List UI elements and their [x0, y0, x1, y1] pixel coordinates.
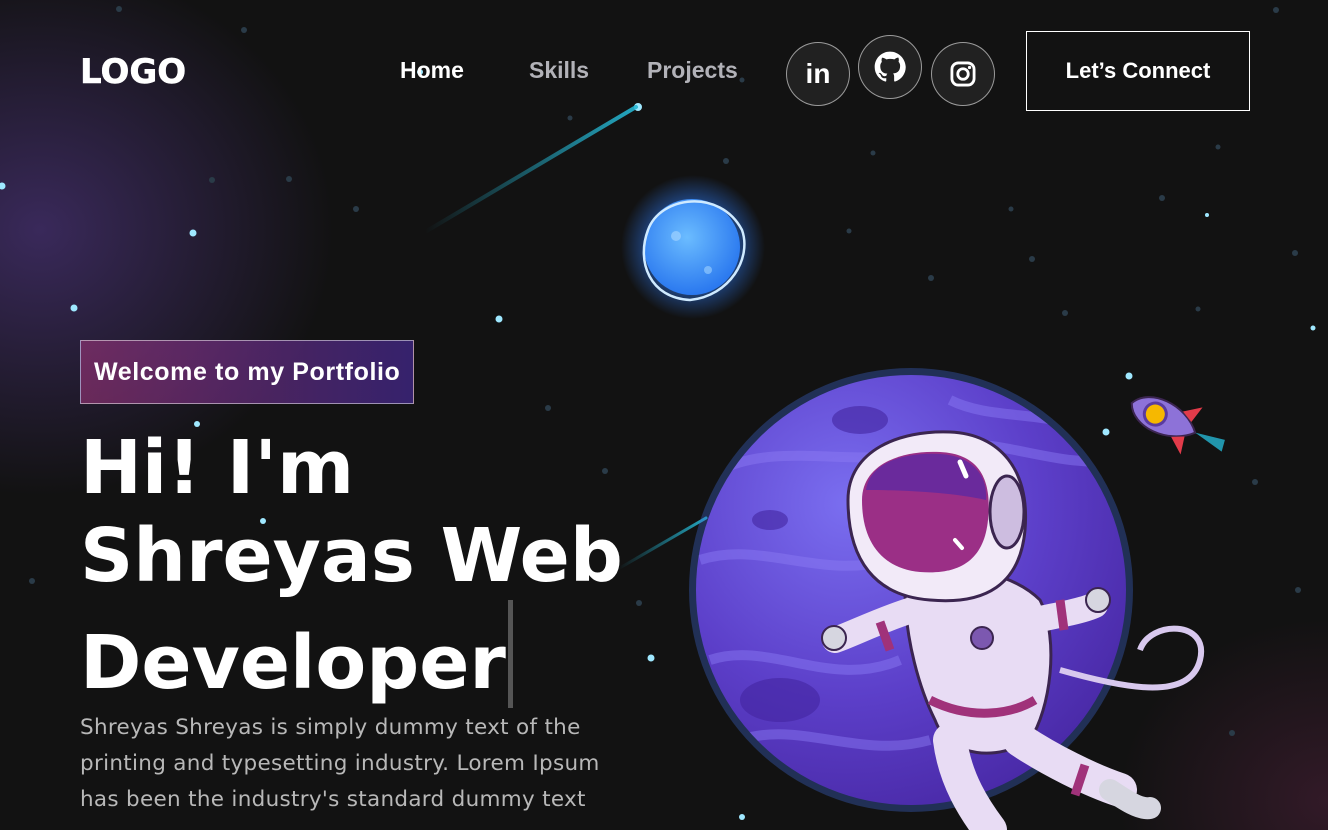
headline-line-3-wrap: Developer: [80, 600, 660, 708]
page: LOGO Home Skills Projects in Let’s Conne…: [0, 0, 1328, 830]
instagram-icon: [950, 61, 976, 87]
headline-line-2: Shreyas Web: [80, 513, 623, 599]
glowing-moon-icon: [621, 175, 765, 319]
linkedin-button[interactable]: in: [786, 42, 850, 106]
page-title: Hi! I'm Shreyas Web Developer: [80, 424, 660, 708]
typing-cursor: [507, 600, 513, 708]
rocket-icon: [1130, 396, 1225, 455]
nav-link-projects[interactable]: Projects: [647, 57, 738, 84]
logo[interactable]: LOGO: [80, 52, 187, 93]
hero-description: Shreyas Shreyas is simply dummy text of …: [80, 715, 600, 812]
nav-link-home[interactable]: Home: [400, 57, 464, 84]
headline-line-3: Developer: [80, 620, 506, 706]
tagline-badge: Welcome to my Portfolio: [80, 340, 415, 404]
github-button[interactable]: [858, 35, 922, 99]
headline-line-1: Hi! I'm: [80, 425, 355, 511]
lets-connect-button[interactable]: Let’s Connect: [1026, 31, 1250, 111]
linkedin-icon: in: [805, 58, 831, 89]
instagram-button[interactable]: [931, 42, 995, 106]
nav-link-skills[interactable]: Skills: [529, 57, 589, 84]
github-icon: [874, 51, 906, 82]
